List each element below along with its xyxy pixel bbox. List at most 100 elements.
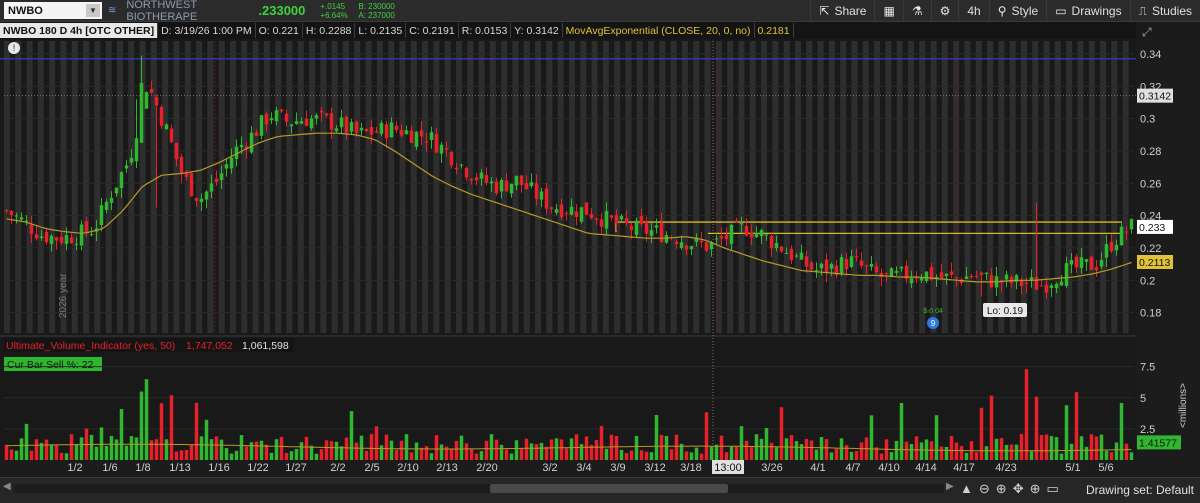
volume-bar xyxy=(949,435,954,460)
candle-body xyxy=(914,277,919,279)
volume-bar xyxy=(164,439,169,460)
time-tick-label: 3/18 xyxy=(680,462,701,474)
zoom-out-icon[interactable]: ⊖ xyxy=(979,481,990,497)
candle-body xyxy=(689,246,694,250)
session-shade xyxy=(1054,41,1061,333)
volume-bar xyxy=(159,403,164,460)
candle-body xyxy=(674,241,679,245)
session-shade xyxy=(1100,41,1107,333)
bottom-bar: ◀ ▶ ▲ ⊖ ⊕ ✥ ⊕ ▭ Drawing set: Default xyxy=(0,477,1200,503)
session-shade xyxy=(1077,41,1084,333)
volume-bar xyxy=(849,451,854,460)
volume-bar xyxy=(689,452,694,460)
pan-icon[interactable]: ✥ xyxy=(1013,481,1024,497)
volume-bar xyxy=(909,444,914,460)
candle-body xyxy=(194,198,199,201)
session-shade xyxy=(365,41,372,333)
volume-bar xyxy=(879,453,884,460)
candle-body xyxy=(704,242,709,251)
volume-bar xyxy=(774,447,779,460)
session-shade xyxy=(987,41,994,333)
candle-body xyxy=(349,122,354,132)
time-scrollbar[interactable] xyxy=(14,484,944,493)
candle-body xyxy=(294,121,299,124)
scale-icon: ⤢ xyxy=(1141,25,1152,39)
candle-body xyxy=(444,148,449,150)
alert-icon-glyph: ! xyxy=(13,43,16,53)
session-shade xyxy=(241,41,248,333)
candle-body xyxy=(479,172,484,179)
candle-body xyxy=(864,265,869,267)
candle-body xyxy=(1074,256,1079,268)
price-tick-label: 0.2 xyxy=(1140,275,1155,287)
candle-body xyxy=(624,218,629,224)
volume-bar xyxy=(1094,436,1099,460)
session-shade xyxy=(727,41,734,333)
time-tick-label: 4/17 xyxy=(953,462,974,474)
zoom-in-icon[interactable]: ⊕ xyxy=(996,481,1007,497)
session-shade xyxy=(173,41,180,333)
drawing-set[interactable]: Drawing set: Default xyxy=(1086,483,1194,497)
volume-bar xyxy=(709,446,714,460)
candle-body xyxy=(579,207,584,222)
candle-body xyxy=(884,272,889,274)
time-tick-label: 3/2 xyxy=(542,462,557,474)
volume-bar xyxy=(549,439,554,460)
scroll-left-icon[interactable]: ◀ xyxy=(3,481,11,492)
candle-body xyxy=(569,206,574,215)
session-shade xyxy=(376,41,383,333)
candle-body xyxy=(644,221,649,234)
candle-body xyxy=(729,224,734,244)
session-shade xyxy=(874,41,881,333)
candle-body xyxy=(1044,284,1049,293)
candle-body xyxy=(764,234,769,236)
candle-body xyxy=(74,243,79,245)
volume-bar xyxy=(449,449,454,460)
volume-bar xyxy=(729,446,734,460)
candle-body xyxy=(649,230,654,236)
session-shade xyxy=(636,41,643,333)
candle-body xyxy=(584,202,589,215)
volume-bar xyxy=(124,445,129,460)
candle-body xyxy=(124,165,129,169)
scrollbar-thumb[interactable] xyxy=(490,484,728,493)
candle-body xyxy=(829,264,834,269)
candle-body xyxy=(869,264,874,267)
volume-bar xyxy=(254,441,259,460)
candle-body xyxy=(684,245,689,250)
volume-bar xyxy=(1104,450,1109,460)
volume-bar xyxy=(519,448,524,460)
candle-body xyxy=(844,259,849,270)
volume-bar xyxy=(669,449,674,460)
session-shade xyxy=(399,41,406,333)
candle-body xyxy=(189,173,194,197)
candle-body xyxy=(314,115,319,119)
session-shade xyxy=(964,41,971,333)
candle-body xyxy=(939,272,944,278)
chart-canvas[interactable]: 2026 year $-0.049Lo: 0.19!0.180.20.220.24… xyxy=(0,0,1200,477)
volume-bar xyxy=(469,448,474,460)
time-tick-label: 4/1 xyxy=(810,462,825,474)
candle-body xyxy=(604,210,609,229)
crosshair-icon[interactable]: ⊕ xyxy=(1030,481,1041,497)
candle-body xyxy=(369,126,374,135)
expand-icon[interactable]: ▲ xyxy=(960,481,973,497)
session-shade xyxy=(94,41,101,333)
scroll-right-icon[interactable]: ▶ xyxy=(946,481,954,492)
candle-body xyxy=(594,218,599,221)
volume-bar xyxy=(99,427,104,460)
volume-bar xyxy=(694,447,699,460)
session-shade xyxy=(648,41,655,333)
candle-body xyxy=(1024,282,1029,284)
candle-body xyxy=(819,263,824,269)
candle-body xyxy=(154,97,159,106)
cursor-icon[interactable]: ▭ xyxy=(1047,481,1059,497)
volume-bar xyxy=(89,434,94,460)
volume-bar xyxy=(269,452,274,460)
volume-bar xyxy=(939,446,944,460)
volume-bar xyxy=(59,452,64,460)
session-shade xyxy=(704,41,711,333)
candle-body xyxy=(114,187,119,194)
volume-bar xyxy=(1129,452,1134,460)
last-price-label: 0.233 xyxy=(1139,222,1165,234)
